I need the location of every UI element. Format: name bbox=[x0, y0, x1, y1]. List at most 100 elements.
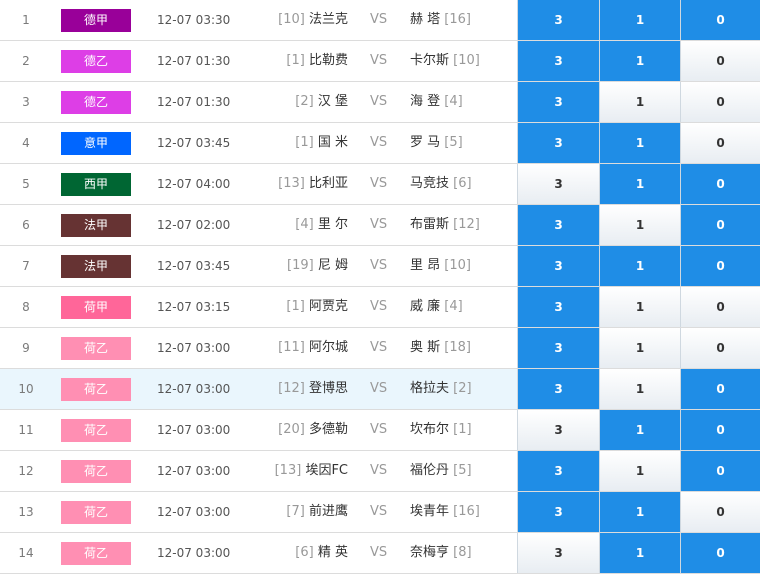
home-team[interactable]: [2] 汉 堡 bbox=[240, 82, 348, 122]
option-draw-button[interactable]: 1 bbox=[599, 41, 680, 81]
option-loss-button[interactable]: 0 bbox=[680, 246, 760, 286]
home-team[interactable]: [1] 比勒费 bbox=[240, 41, 348, 81]
home-rank: [7] bbox=[286, 504, 305, 519]
option-win-button[interactable]: 3 bbox=[517, 0, 599, 40]
away-team[interactable]: 卡尔斯 [10] bbox=[410, 41, 480, 81]
option-draw-button[interactable]: 1 bbox=[599, 451, 680, 491]
home-team[interactable]: [7] 前进鹰 bbox=[240, 492, 348, 532]
home-team[interactable]: [4] 里 尔 bbox=[240, 205, 348, 245]
match-time: 12-07 01:30 bbox=[157, 95, 231, 109]
option-win-button[interactable]: 3 bbox=[517, 328, 599, 368]
table-row: 11 荷乙 12-07 03:00 [20] 多德勒 VS 坎布尔 [1] 3 1 0 bbox=[0, 410, 760, 451]
option-win-button[interactable]: 3 bbox=[517, 369, 599, 409]
match-number: 1 bbox=[22, 13, 30, 27]
home-team[interactable]: [11] 阿尔城 bbox=[240, 328, 348, 368]
away-rank: [4] bbox=[444, 299, 463, 314]
option-draw-button[interactable]: 1 bbox=[599, 82, 680, 122]
option-draw-button[interactable]: 1 bbox=[599, 328, 680, 368]
option-loss-button[interactable]: 0 bbox=[680, 82, 760, 122]
option-loss-button[interactable]: 0 bbox=[680, 164, 760, 204]
match-time: 12-07 03:00 bbox=[157, 464, 231, 478]
home-team[interactable]: [12] 登博思 bbox=[240, 369, 348, 409]
away-team[interactable]: 威 廉 [4] bbox=[410, 287, 463, 327]
home-team[interactable]: [13] 比利亚 bbox=[240, 164, 348, 204]
league-badge: 德乙 bbox=[61, 91, 131, 114]
option-loss-button[interactable]: 0 bbox=[680, 123, 760, 163]
option-win-button[interactable]: 3 bbox=[517, 205, 599, 245]
away-team[interactable]: 奥 斯 [18] bbox=[410, 328, 471, 368]
option-loss-button[interactable]: 0 bbox=[680, 41, 760, 81]
table-row: 5 西甲 12-07 04:00 [13] 比利亚 VS 马竞技 [6] 3 1 0 bbox=[0, 164, 760, 205]
option-win-button[interactable]: 3 bbox=[517, 41, 599, 81]
option-draw-button[interactable]: 1 bbox=[599, 287, 680, 327]
option-win-button[interactable]: 3 bbox=[517, 451, 599, 491]
option-draw-button[interactable]: 1 bbox=[599, 123, 680, 163]
home-team[interactable]: [1] 国 米 bbox=[240, 123, 348, 163]
option-win-button[interactable]: 3 bbox=[517, 123, 599, 163]
away-team[interactable]: 奈梅亨 [8] bbox=[410, 533, 472, 573]
home-team-name: 法兰克 bbox=[308, 12, 348, 27]
away-team[interactable]: 海 登 [4] bbox=[410, 82, 463, 122]
option-win-button[interactable]: 3 bbox=[517, 492, 599, 532]
vs-label: VS bbox=[370, 258, 388, 273]
vs-label: VS bbox=[370, 504, 388, 519]
away-team[interactable]: 里 昂 [10] bbox=[410, 246, 471, 286]
option-loss-button[interactable]: 0 bbox=[680, 287, 760, 327]
home-rank: [20] bbox=[278, 422, 305, 437]
home-team[interactable]: [6] 精 英 bbox=[240, 533, 348, 573]
option-loss-button[interactable]: 0 bbox=[680, 533, 760, 573]
option-loss-button[interactable]: 0 bbox=[680, 205, 760, 245]
option-draw-button[interactable]: 1 bbox=[599, 246, 680, 286]
option-draw-button[interactable]: 1 bbox=[599, 533, 680, 573]
home-team[interactable]: [19] 尼 姆 bbox=[240, 246, 348, 286]
option-win-button[interactable]: 3 bbox=[517, 82, 599, 122]
home-rank: [4] bbox=[295, 217, 314, 232]
home-team[interactable]: [13] 埃因FC bbox=[240, 451, 348, 491]
away-team-name: 卡尔斯 bbox=[410, 53, 450, 68]
option-draw-button[interactable]: 1 bbox=[599, 0, 680, 40]
away-rank: [5] bbox=[453, 463, 472, 478]
option-draw-button[interactable]: 1 bbox=[599, 205, 680, 245]
option-win-button[interactable]: 3 bbox=[517, 533, 599, 573]
away-team[interactable]: 格拉夫 [2] bbox=[410, 369, 472, 409]
option-loss-button[interactable]: 0 bbox=[680, 410, 760, 450]
table-row: 14 荷乙 12-07 03:00 [6] 精 英 VS 奈梅亨 [8] 3 1 0 bbox=[0, 533, 760, 574]
vs-label: VS bbox=[370, 217, 388, 232]
home-rank: [13] bbox=[278, 176, 305, 191]
option-draw-button[interactable]: 1 bbox=[599, 369, 680, 409]
vs-label: VS bbox=[370, 463, 388, 478]
option-win-button[interactable]: 3 bbox=[517, 246, 599, 286]
option-draw-button[interactable]: 1 bbox=[599, 492, 680, 532]
away-team[interactable]: 马竞技 [6] bbox=[410, 164, 472, 204]
away-rank: [10] bbox=[444, 258, 471, 273]
option-draw-button[interactable]: 1 bbox=[599, 410, 680, 450]
option-loss-button[interactable]: 0 bbox=[680, 492, 760, 532]
away-team[interactable]: 埃青年 [16] bbox=[410, 492, 480, 532]
away-rank: [2] bbox=[453, 381, 472, 396]
option-loss-button[interactable]: 0 bbox=[680, 369, 760, 409]
home-team-name: 国 米 bbox=[317, 135, 348, 150]
home-team-name: 阿尔城 bbox=[308, 340, 348, 355]
away-team[interactable]: 赫 塔 [16] bbox=[410, 0, 471, 40]
away-rank: [10] bbox=[453, 53, 480, 68]
option-draw-button[interactable]: 1 bbox=[599, 164, 680, 204]
match-number: 14 bbox=[18, 546, 34, 560]
home-rank: [11] bbox=[278, 340, 305, 355]
option-loss-button[interactable]: 0 bbox=[680, 451, 760, 491]
option-loss-button[interactable]: 0 bbox=[680, 328, 760, 368]
away-team[interactable]: 坎布尔 [1] bbox=[410, 410, 472, 450]
home-team[interactable]: [20] 多德勒 bbox=[240, 410, 348, 450]
away-team[interactable]: 布雷斯 [12] bbox=[410, 205, 480, 245]
option-win-button[interactable]: 3 bbox=[517, 164, 599, 204]
match-time: 12-07 03:00 bbox=[157, 423, 231, 437]
option-loss-button[interactable]: 0 bbox=[680, 0, 760, 40]
away-team[interactable]: 福伦丹 [5] bbox=[410, 451, 472, 491]
away-rank: [18] bbox=[444, 340, 471, 355]
home-team[interactable]: [10] 法兰克 bbox=[240, 0, 348, 40]
option-win-button[interactable]: 3 bbox=[517, 287, 599, 327]
option-win-button[interactable]: 3 bbox=[517, 410, 599, 450]
away-team[interactable]: 罗 马 [5] bbox=[410, 123, 463, 163]
home-team[interactable]: [1] 阿贾克 bbox=[240, 287, 348, 327]
match-time: 12-07 03:00 bbox=[157, 341, 231, 355]
match-number: 9 bbox=[22, 341, 30, 355]
